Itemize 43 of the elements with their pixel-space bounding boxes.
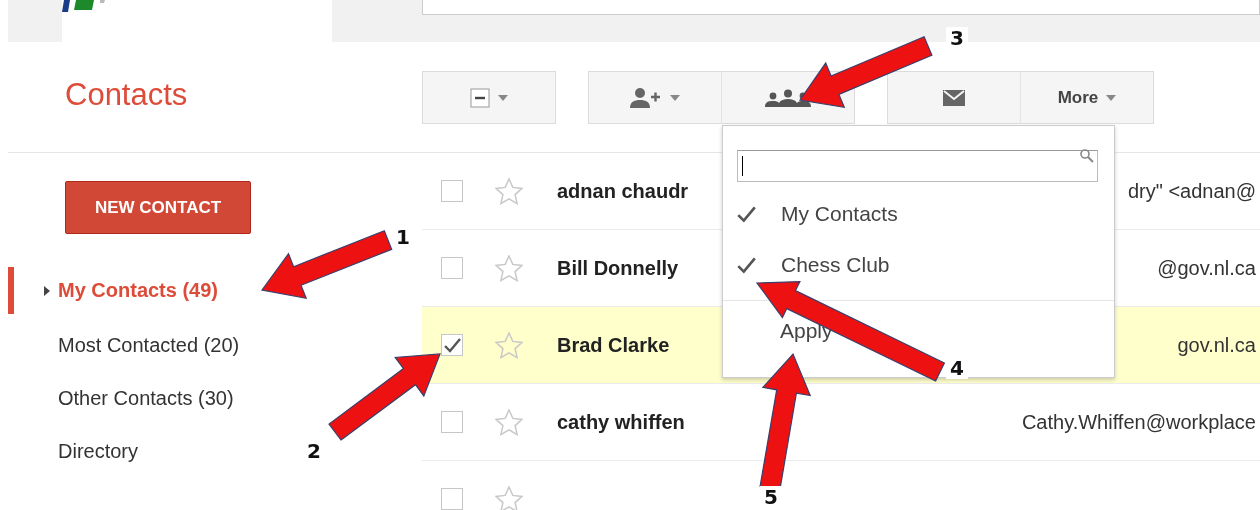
people-icon xyxy=(765,88,811,107)
search-field[interactable] xyxy=(737,150,1098,182)
star-icon[interactable] xyxy=(495,177,523,205)
star-icon[interactable] xyxy=(495,485,523,510)
checkbox-icon xyxy=(470,87,490,108)
contact-email: Cathy.Whiffen@workplace xyxy=(1021,410,1256,434)
envelope-icon xyxy=(943,89,965,106)
star-icon[interactable] xyxy=(495,408,523,436)
star-icon[interactable] xyxy=(495,331,523,359)
group-option[interactable]: My Contacts xyxy=(781,201,898,226)
star-icon[interactable] xyxy=(495,254,523,282)
sidebar-item[interactable]: Other Contacts (30) xyxy=(58,387,234,410)
selection-indicator xyxy=(8,267,14,314)
checkbox[interactable] xyxy=(441,334,463,356)
contact-name[interactable]: Brad Clarke xyxy=(557,333,670,357)
checkbox[interactable] xyxy=(441,411,463,433)
caret-icon xyxy=(1106,94,1117,101)
expand-arrow-icon[interactable] xyxy=(44,285,50,296)
contact-name[interactable]: Bill Donnelly xyxy=(557,256,679,280)
new-contact-button[interactable]: NEW CONTACT xyxy=(65,181,251,234)
caret-icon xyxy=(498,94,508,101)
contact-name[interactable]: adnan chaudr xyxy=(557,179,689,203)
checkbox[interactable] xyxy=(441,488,463,510)
select-button[interactable] xyxy=(422,71,556,124)
search-icon xyxy=(1079,148,1095,164)
group-option[interactable]: Chess Club xyxy=(781,252,890,277)
more-button[interactable]: More xyxy=(1020,71,1154,124)
contact-name[interactable]: cathy whiffen xyxy=(557,410,685,434)
checkbox[interactable] xyxy=(441,257,463,279)
sidebar-item[interactable]: Most Contacted (20) xyxy=(58,334,240,357)
checkbox[interactable] xyxy=(441,180,463,202)
email-button[interactable] xyxy=(887,71,1021,124)
caret-icon xyxy=(670,94,680,101)
contact-email: dry" <adnan@ xyxy=(1127,179,1256,203)
logo-icon[interactable] xyxy=(62,0,108,12)
add-contact-button[interactable] xyxy=(588,71,722,124)
sidebar-item[interactable]: Directory xyxy=(58,440,138,463)
search-field[interactable] xyxy=(422,0,1260,15)
contact-email: gov.nl.ca xyxy=(1177,333,1256,357)
contact-email: @gov.nl.ca xyxy=(1157,256,1256,280)
app-title: Contacts xyxy=(64,76,189,114)
add-person-icon xyxy=(630,87,662,108)
sidebar-item[interactable]: My Contacts (49) xyxy=(58,279,219,302)
